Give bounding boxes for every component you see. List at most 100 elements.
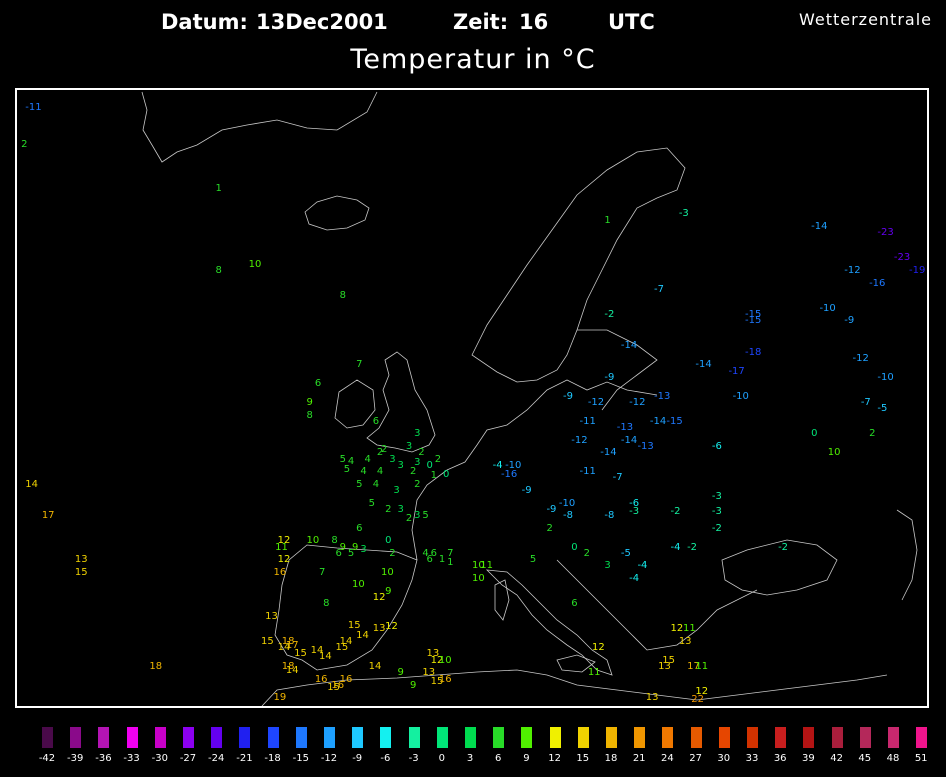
station-temperature: -5 bbox=[620, 547, 631, 559]
station-temperature: 2 bbox=[381, 443, 388, 455]
station-temperature: 11 bbox=[682, 623, 696, 635]
station-temperature: -9 bbox=[546, 503, 557, 515]
station-temperature: 11 bbox=[480, 560, 493, 572]
station-temperature: 4 bbox=[364, 453, 371, 465]
africa-coast bbox=[261, 669, 888, 706]
station-temperature: 8 bbox=[306, 409, 313, 421]
station-temperature: -10 bbox=[732, 390, 749, 402]
legend-label: 36 bbox=[773, 753, 787, 764]
legend-swatch bbox=[747, 727, 758, 748]
legend-label: -6 bbox=[380, 753, 391, 764]
station-temperature: 5 bbox=[368, 497, 375, 509]
station-temperature: 14 bbox=[285, 664, 299, 676]
station-temperature: -14 bbox=[695, 359, 712, 371]
station-temperature: 15 bbox=[347, 619, 361, 631]
station-temperature: -8 bbox=[604, 510, 615, 522]
station-temperature: 2 bbox=[869, 428, 876, 440]
station-temperature: 10 bbox=[827, 447, 841, 459]
map-title: Temperatur in °C bbox=[350, 44, 596, 75]
legend-swatch bbox=[888, 727, 899, 748]
station-temperature: 0 bbox=[443, 468, 450, 480]
station-temperature: -10 bbox=[558, 497, 576, 509]
legend-label: 27 bbox=[689, 753, 702, 764]
station-temperature: -4 bbox=[637, 560, 648, 572]
legend-label: 21 bbox=[632, 753, 646, 764]
legend-label: -24 bbox=[208, 753, 225, 764]
station-temperature: 2 bbox=[434, 453, 442, 465]
station-temperature: 4 bbox=[376, 466, 384, 478]
station-temperature: -9 bbox=[563, 390, 573, 402]
station-temperature: 6 bbox=[430, 547, 437, 559]
legend-swatch bbox=[549, 727, 561, 748]
station-temperature: -3 bbox=[711, 491, 722, 503]
station-temperature: -2 bbox=[778, 541, 789, 553]
station-temperature: 6 bbox=[571, 598, 578, 610]
legend-label: -42 bbox=[38, 753, 56, 764]
legend-label: -15 bbox=[292, 753, 309, 764]
legend-label: 33 bbox=[745, 753, 759, 764]
station-temperature: 2 bbox=[389, 547, 396, 559]
station-temperature: -9 bbox=[521, 485, 532, 496]
station-temperature: -2 bbox=[670, 506, 681, 518]
time-label: Zeit: bbox=[453, 10, 509, 34]
station-temperature: -5 bbox=[877, 403, 888, 415]
station-temperature: -6 bbox=[711, 441, 722, 452]
station-temperature: 19 bbox=[273, 692, 287, 704]
station-temperature: 3 bbox=[397, 503, 404, 515]
station-temperature: 0 bbox=[811, 428, 818, 440]
station-temperature: -9 bbox=[844, 315, 855, 327]
station-temperature: 0 bbox=[385, 535, 392, 547]
station-temperature: -12 bbox=[571, 434, 588, 446]
station-temperature: -11 bbox=[579, 415, 596, 427]
station-temperature: 1 bbox=[604, 214, 611, 226]
corsica-coast bbox=[494, 579, 510, 621]
date-value: 13Dec2001 bbox=[256, 10, 388, 34]
station-temperature: 2 bbox=[414, 478, 421, 490]
legend-swatch bbox=[718, 727, 730, 748]
station-temperature: -12 bbox=[587, 397, 605, 408]
station-temperature: 4 bbox=[360, 466, 367, 478]
station-temperature: -8 bbox=[563, 510, 573, 522]
legend-label: 3 bbox=[466, 753, 474, 764]
station-temperature: -14 bbox=[620, 340, 638, 352]
legend-swatch bbox=[42, 727, 53, 748]
ireland-coast bbox=[334, 379, 376, 429]
legend-label: 0 bbox=[438, 753, 445, 764]
station-temperature: -14 bbox=[649, 415, 667, 427]
legend-swatch bbox=[521, 727, 533, 748]
legend-label: -39 bbox=[67, 753, 84, 764]
legend-swatch bbox=[662, 727, 674, 748]
station-temperature: -12 bbox=[629, 397, 646, 408]
station-temperature: -14 bbox=[620, 434, 638, 446]
station-temperature: 4 bbox=[372, 478, 380, 490]
station-temperature: 8 bbox=[323, 598, 330, 610]
station-temperature: 6 bbox=[335, 547, 342, 559]
station-temperature: 0 bbox=[571, 541, 578, 553]
station-temperature: 14 bbox=[318, 650, 332, 662]
station-temperature: 22 bbox=[691, 694, 704, 705]
station-temperature: -10 bbox=[819, 302, 836, 314]
legend-swatch bbox=[859, 727, 871, 748]
station-temperature: -2 bbox=[604, 309, 615, 320]
station-temperature: 3 bbox=[405, 441, 413, 452]
timezone-label: UTC bbox=[608, 10, 655, 34]
station-temperature: 3 bbox=[604, 560, 611, 572]
station-temperature: 14 bbox=[25, 478, 38, 490]
britain-coast bbox=[366, 351, 436, 453]
legend-label: 39 bbox=[802, 753, 815, 764]
station-temperature: 10 bbox=[472, 573, 485, 584]
legend-swatch bbox=[916, 727, 928, 748]
station-temperature: 2 bbox=[409, 466, 417, 478]
station-temperature: 13 bbox=[265, 610, 278, 622]
station-temperature: 11 bbox=[587, 667, 601, 679]
station-temperature: 13 bbox=[645, 692, 659, 704]
station-temperature: 2 bbox=[546, 522, 553, 534]
legend-label: 45 bbox=[858, 753, 872, 764]
station-temperature: 11 bbox=[275, 541, 288, 553]
station-temperature: 12 bbox=[670, 623, 684, 635]
station-temperature: 2 bbox=[583, 547, 591, 559]
station-temperature: 15 bbox=[261, 635, 274, 647]
station-temperature: -13 bbox=[637, 441, 654, 452]
station-temperature: 7 bbox=[356, 359, 363, 371]
legend-swatch bbox=[831, 727, 843, 748]
